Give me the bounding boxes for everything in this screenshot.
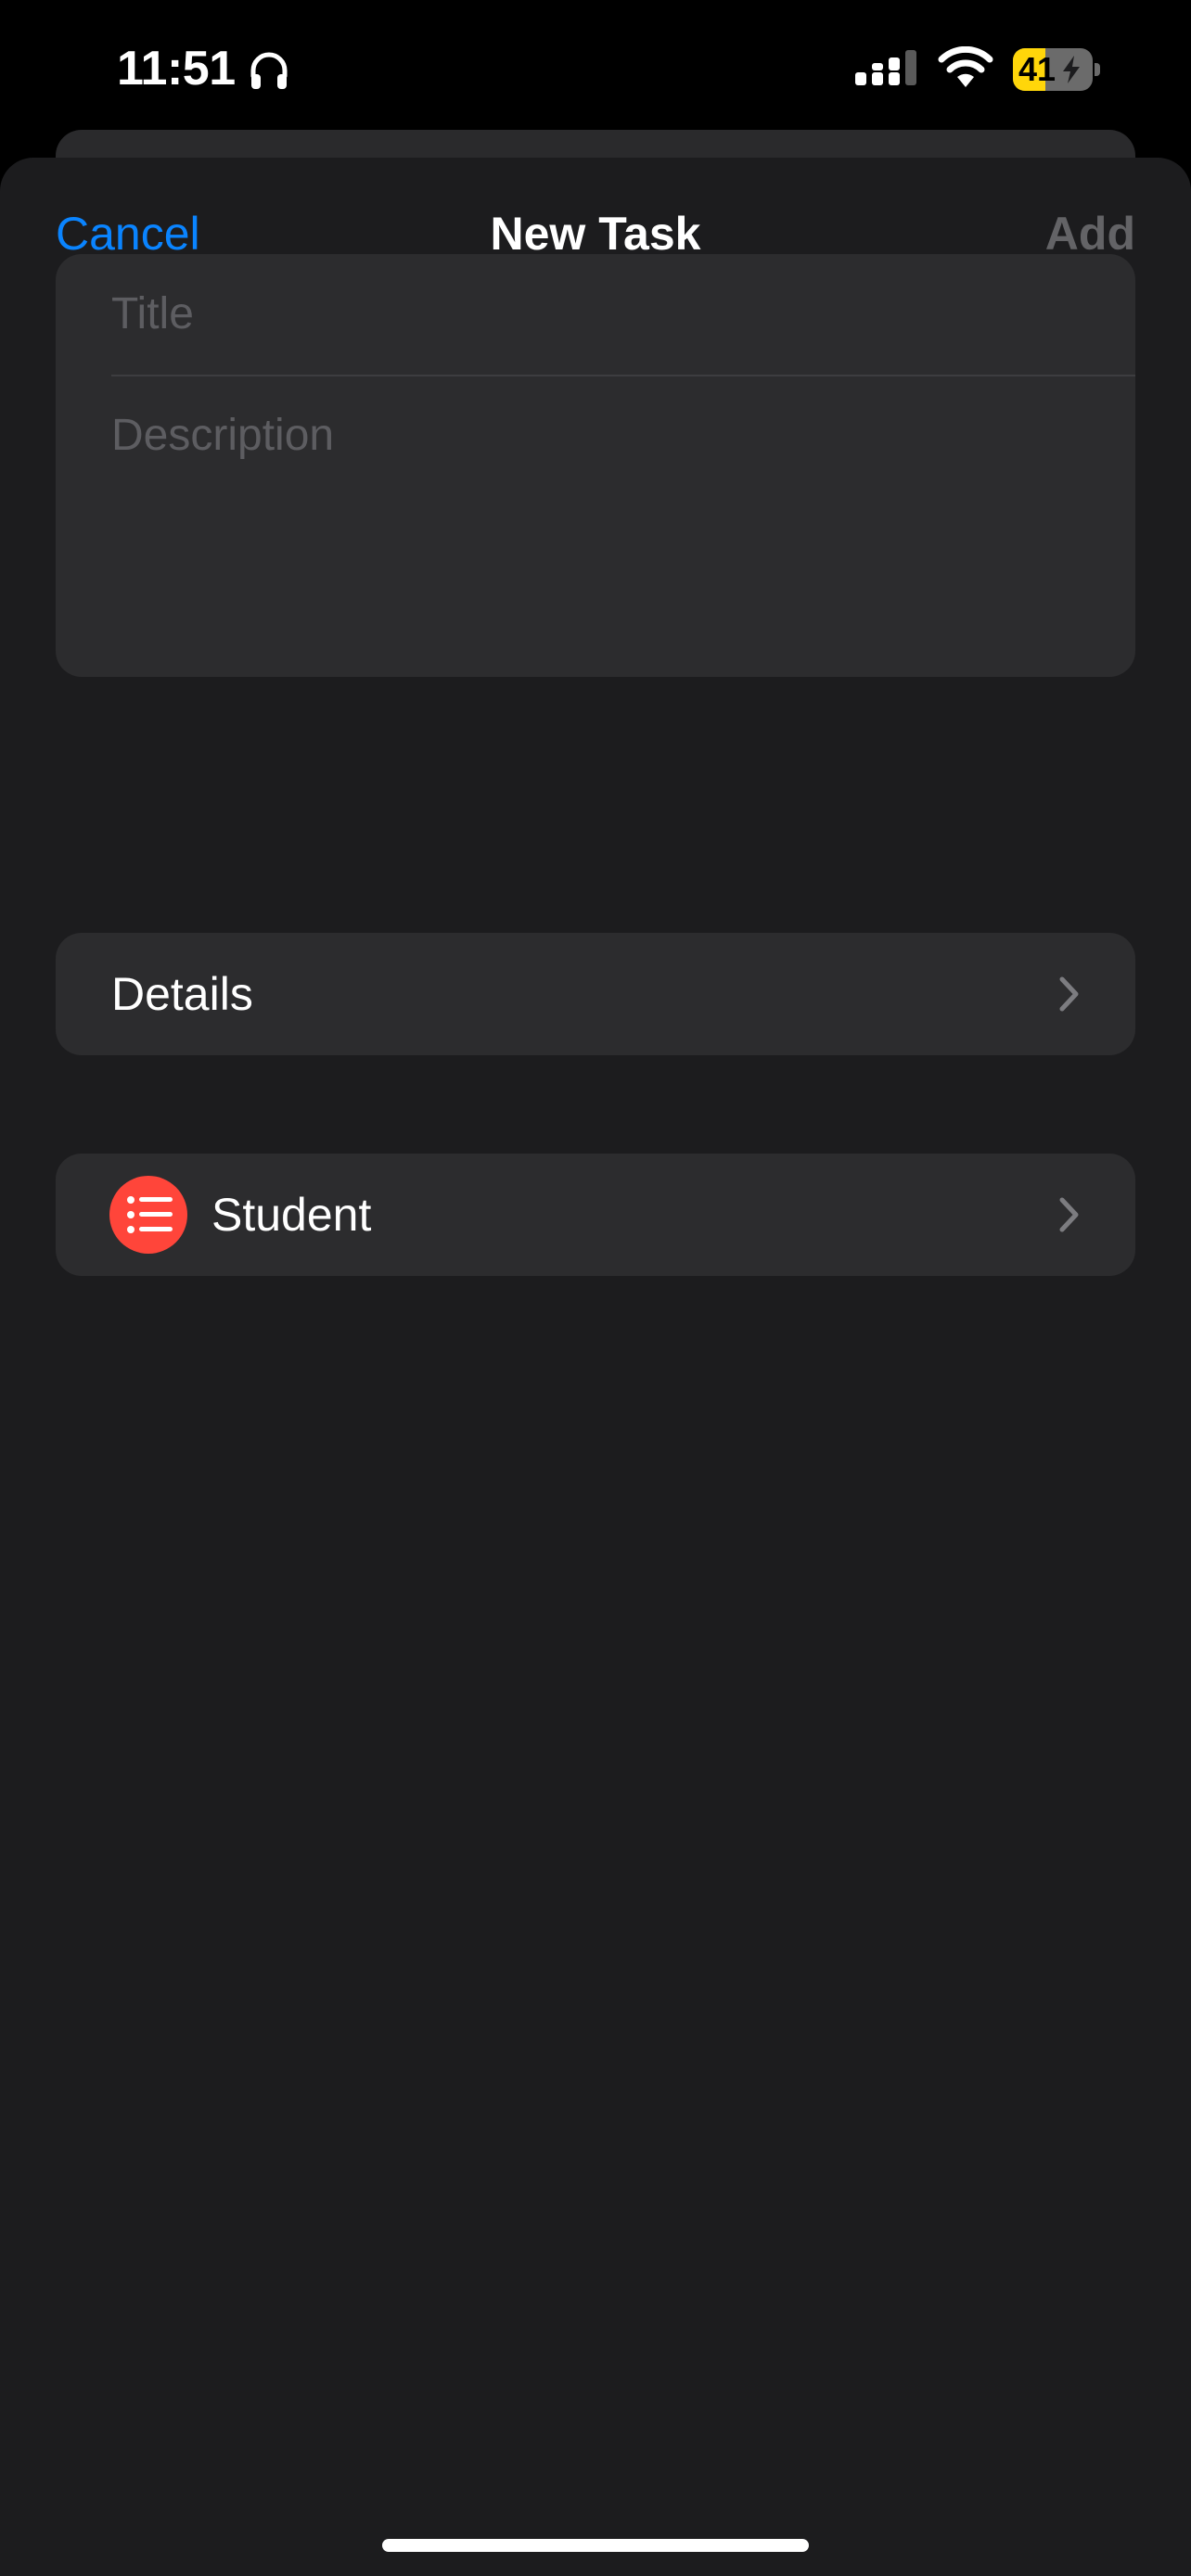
battery-cap — [1095, 63, 1100, 76]
details-label: Details — [111, 968, 253, 1020]
status-bar: 11:51 41 — [0, 0, 1191, 139]
status-time: 11:51 — [117, 42, 236, 96]
details-row[interactable]: Details — [56, 933, 1135, 1055]
wifi-icon — [938, 46, 993, 87]
chevron-right-icon — [1059, 976, 1079, 1012]
bolt-icon — [1063, 56, 1080, 83]
list-badge — [109, 1176, 187, 1254]
chevron-right-icon — [1059, 1197, 1079, 1232]
battery-body: 41 — [1013, 48, 1093, 91]
title-field[interactable] — [111, 254, 1095, 375]
task-input-group — [56, 254, 1135, 677]
headphones-icon — [250, 52, 288, 89]
home-indicator[interactable] — [382, 2539, 809, 2552]
page-title: New Task — [490, 208, 701, 260]
list-row-student[interactable]: Student — [56, 1154, 1135, 1276]
battery-percent: 41 — [1018, 50, 1057, 88]
description-field[interactable] — [111, 375, 1095, 653]
battery-charging-icon: 41 — [1013, 48, 1102, 91]
list-bullet-icon — [127, 1196, 173, 1233]
list-label: Student — [211, 1189, 372, 1241]
cellular-signal-icon — [855, 50, 916, 85]
add-button[interactable]: Add — [1045, 206, 1135, 261]
